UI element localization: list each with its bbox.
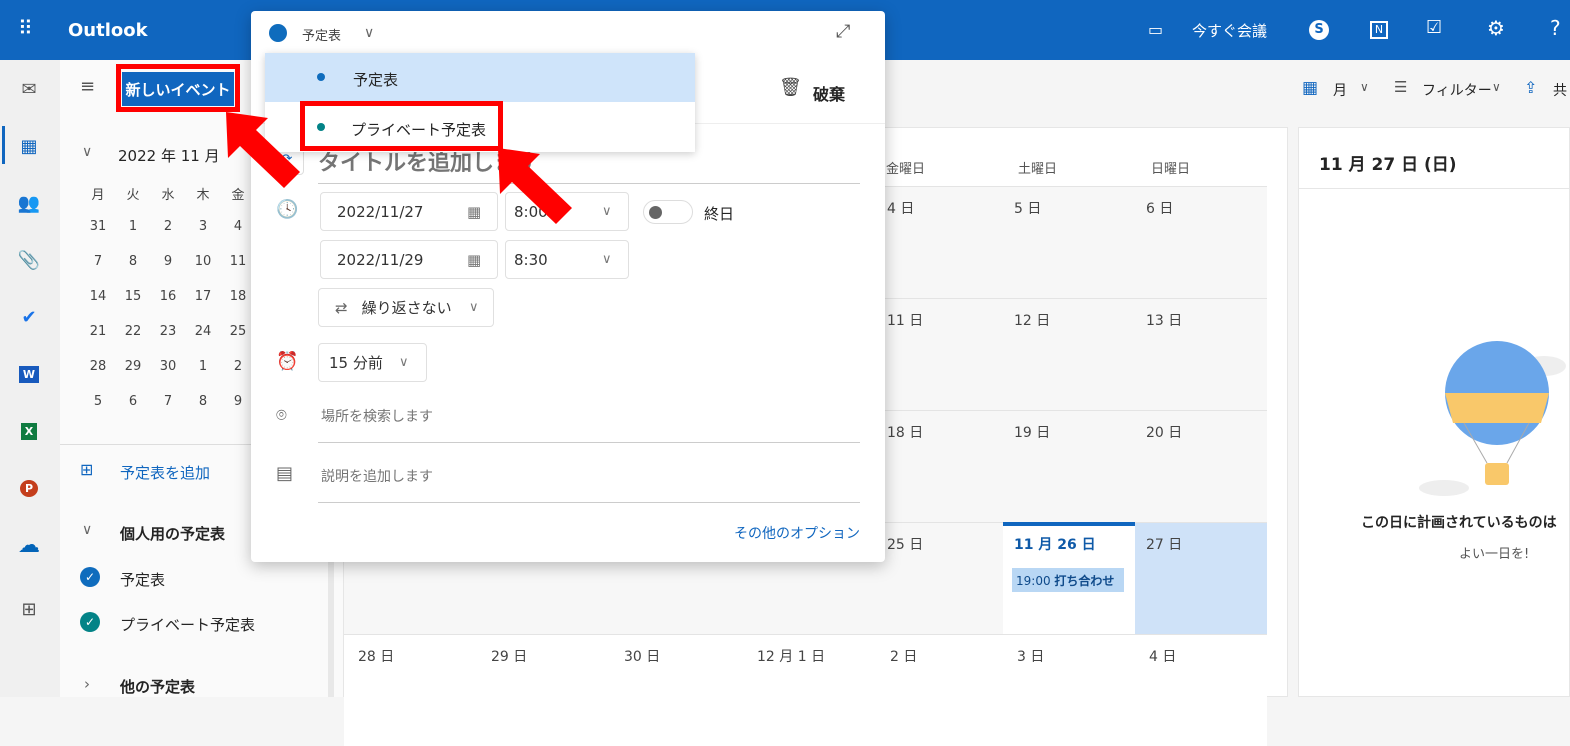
red-arrow [226,112,300,188]
annotation-arrows [226,112,572,224]
red-arrow [498,148,572,224]
